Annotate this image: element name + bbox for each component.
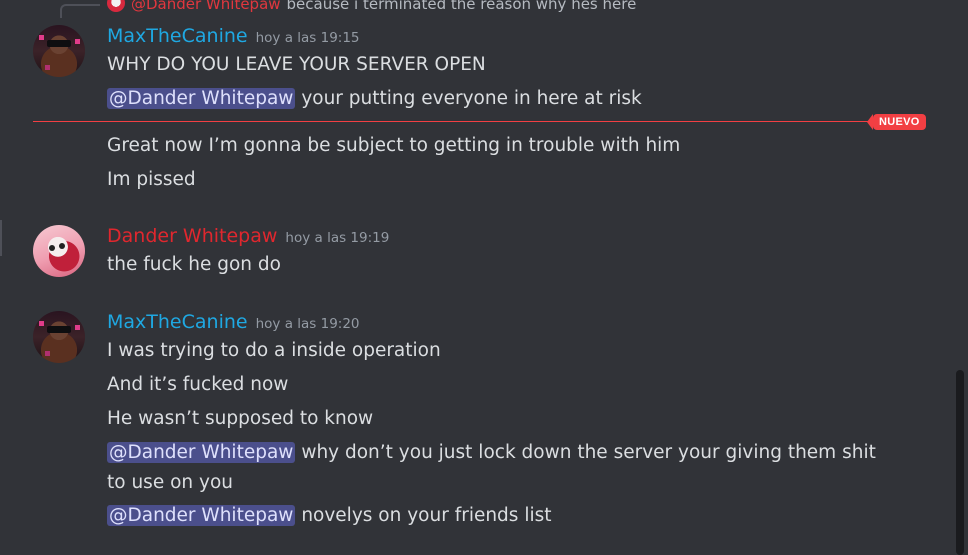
message-text: I was trying to do a inside operation	[107, 340, 441, 361]
timestamp: hoy a las 19:15	[255, 30, 360, 46]
avatar[interactable]	[33, 225, 85, 277]
message-text: He wasn’t supposed to know	[107, 408, 374, 429]
avatar[interactable]	[33, 25, 85, 77]
new-messages-divider	[33, 121, 898, 122]
reply-preview[interactable]: @Dander Whitepaw because i terminated the…	[107, 0, 636, 14]
author-name[interactable]: MaxTheCanine	[107, 25, 248, 47]
message-text: the fuck he gon do	[107, 254, 281, 275]
reply-spine	[60, 4, 100, 18]
scrollbar-thumb[interactable]	[956, 370, 964, 555]
message-header: Dander Whitepaw hoy a las 19:19	[107, 224, 389, 250]
author-name[interactable]: MaxTheCanine	[107, 311, 248, 333]
message-text: Im pissed	[107, 169, 196, 190]
reply-author[interactable]: @Dander Whitepaw	[131, 0, 281, 13]
author-name[interactable]: Dander Whitepaw	[107, 225, 277, 247]
message-text: WHY DO YOU LEAVE YOUR SERVER OPEN	[107, 54, 486, 75]
mention[interactable]: @Dander Whitepaw	[107, 442, 296, 463]
reply-avatar[interactable]	[107, 0, 125, 12]
timestamp: hoy a las 19:20	[255, 316, 360, 332]
message-text: @Dander Whitepaw why don’t you just lock…	[107, 438, 897, 498]
message-text: And it’s fucked now	[107, 374, 289, 395]
avatar[interactable]	[33, 311, 85, 363]
message-text: Great now I’m gonna be subject to gettin…	[107, 135, 681, 156]
mention[interactable]: @Dander Whitepaw	[107, 505, 296, 526]
new-badge: NUEVO	[867, 114, 926, 130]
reply-text[interactable]: because i terminated the reason why hes …	[287, 0, 637, 13]
message-text: @Dander Whitepaw your putting everyone i…	[107, 87, 642, 111]
message-body: novelys on your friends list	[301, 505, 552, 526]
message-header: MaxTheCanine hoy a las 19:20	[107, 310, 360, 336]
message-text: @Dander Whitepaw novelys on your friends…	[107, 504, 552, 528]
message-header: MaxTheCanine hoy a las 19:15	[107, 24, 360, 50]
timestamp: hoy a las 19:19	[285, 230, 390, 246]
mention[interactable]: @Dander Whitepaw	[107, 88, 296, 109]
hover-indicator	[0, 220, 2, 256]
message-list: @Dander Whitepaw because i terminated the…	[0, 0, 968, 555]
message-body: your putting everyone in here at risk	[301, 88, 642, 109]
